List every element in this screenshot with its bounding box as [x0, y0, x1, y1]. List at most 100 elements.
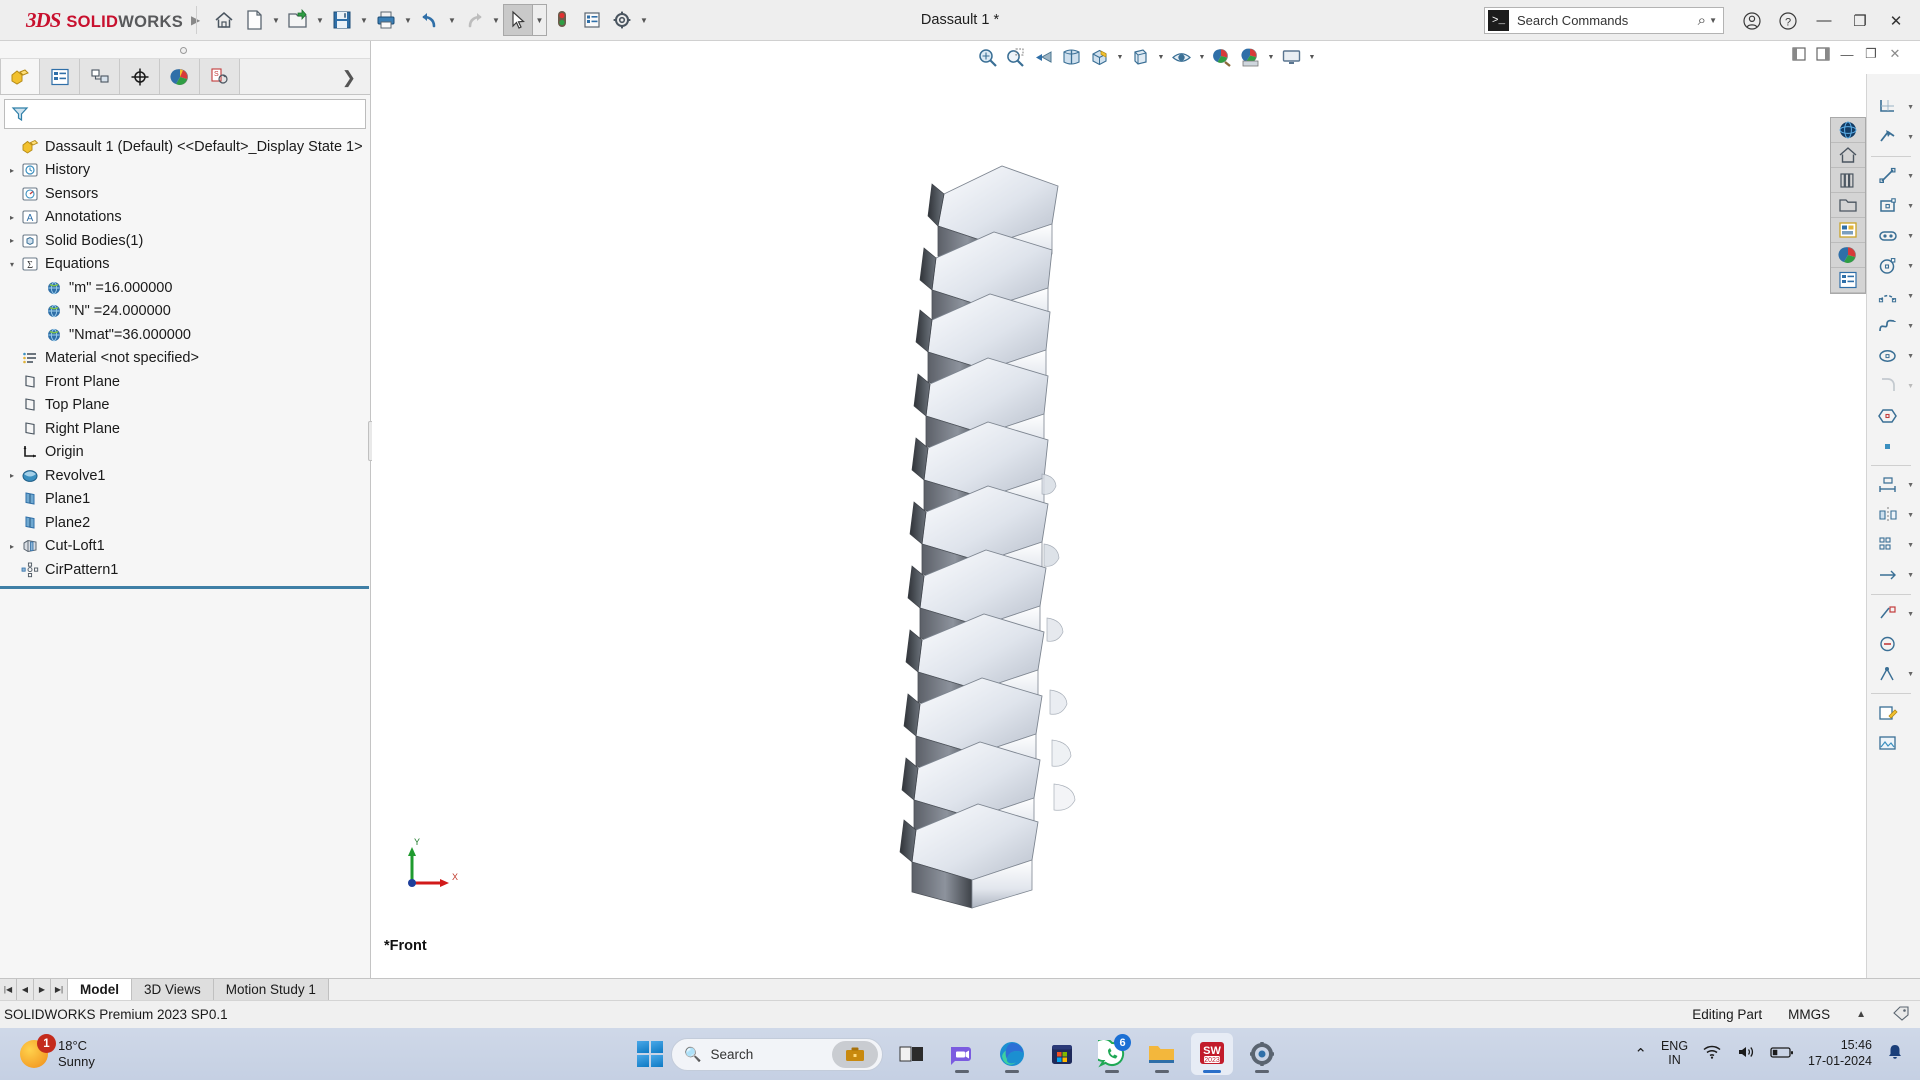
hide-show-items-button[interactable]	[1169, 45, 1195, 71]
tree-twisty[interactable]: ▸	[4, 166, 20, 175]
close-button[interactable]: ✕	[1878, 0, 1914, 41]
tree-item-cirpattern1[interactable]: CirPattern1	[0, 558, 370, 582]
document-close-icon[interactable]: ✕	[1886, 45, 1904, 63]
fillet-button[interactable]: ▼	[1870, 371, 1914, 401]
circle-caret-icon[interactable]: ▼	[1907, 263, 1914, 270]
battery-icon[interactable]	[1770, 1045, 1794, 1063]
tree-item-front-plane[interactable]: Front Plane	[0, 370, 370, 394]
search-caret-icon[interactable]: ▼	[1709, 16, 1717, 25]
taskbar-microsoft-store[interactable]	[1041, 1033, 1083, 1075]
ellipse-button[interactable]: ▼	[1870, 341, 1914, 371]
save-button[interactable]	[327, 4, 357, 36]
sketch-picture-button[interactable]	[1870, 728, 1906, 758]
tab-feature-manager[interactable]	[0, 59, 40, 94]
tree-item-equations[interactable]: ▾ Σ Equations	[0, 253, 370, 277]
print-caret-icon[interactable]: ▼	[401, 4, 415, 36]
document-minimize-icon[interactable]: —	[1838, 45, 1856, 63]
units-label[interactable]: MMGS	[1788, 1007, 1830, 1022]
tab-nav-button-1[interactable]: ◀	[17, 979, 34, 1000]
apply-scene-button[interactable]	[1238, 45, 1264, 71]
tree-item-right-plane[interactable]: Right Plane	[0, 417, 370, 441]
arc-caret-icon[interactable]: ▼	[1907, 293, 1914, 300]
start-button[interactable]	[637, 1041, 663, 1067]
tab-model[interactable]: Model	[68, 979, 132, 1000]
undo-caret-icon[interactable]: ▼	[445, 4, 459, 36]
redo-button[interactable]	[459, 4, 489, 36]
view-settings-button[interactable]	[1279, 45, 1305, 71]
save-caret-icon[interactable]: ▼	[357, 4, 371, 36]
bell-icon[interactable]	[1886, 1043, 1904, 1065]
wifi-icon[interactable]	[1702, 1044, 1722, 1064]
home-button[interactable]	[209, 4, 239, 36]
mirror-caret-icon[interactable]: ▼	[1907, 512, 1914, 519]
taskbar-solidworks[interactable]: SW 2023	[1191, 1033, 1233, 1075]
tree-item-annotations[interactable]: ▸ A Annotations	[0, 206, 370, 230]
convert-entities-button[interactable]: ▼	[1870, 122, 1914, 152]
edit-appearance-button[interactable]	[1210, 45, 1236, 71]
edit-sketch-button[interactable]	[1870, 698, 1906, 728]
undo-button[interactable]	[415, 4, 445, 36]
tab-nav-button-2[interactable]: ▶	[34, 979, 51, 1000]
zoom-to-area-button[interactable]	[1003, 45, 1029, 71]
options-button[interactable]	[577, 4, 607, 36]
settings-button[interactable]	[607, 4, 637, 36]
taskbar-whatsapp[interactable]: 6	[1091, 1033, 1133, 1075]
units-caret-icon[interactable]: ▲	[1856, 1009, 1866, 1020]
line-button[interactable]: ▼	[1870, 161, 1914, 191]
tree-item-top-plane[interactable]: Top Plane	[0, 394, 370, 418]
tab-dimxpert-manager[interactable]	[120, 59, 160, 94]
section-view-button[interactable]	[1059, 45, 1085, 71]
tree-item-history[interactable]: ▸ History	[0, 159, 370, 183]
mirror-entities-button[interactable]: ▼	[1870, 500, 1914, 530]
ellipse-caret-icon[interactable]: ▼	[1907, 353, 1914, 360]
tree-item-material-not-specified[interactable]: Material <not specified>	[0, 347, 370, 371]
volume-icon[interactable]	[1736, 1044, 1756, 1064]
quick-snaps-button[interactable]: ▼	[1870, 659, 1914, 689]
previous-view-button[interactable]	[1031, 45, 1057, 71]
zoom-to-fit-button[interactable]	[975, 45, 1001, 71]
tag-icon[interactable]	[1892, 1005, 1910, 1024]
view-settings-caret-icon[interactable]: ▼	[1307, 54, 1318, 61]
taskbar-file-explorer[interactable]	[1141, 1033, 1183, 1075]
tree-twisty[interactable]: ▸	[4, 471, 20, 480]
slot-caret-icon[interactable]: ▼	[1907, 233, 1914, 240]
new-document-button[interactable]	[239, 4, 269, 36]
redo-caret-icon[interactable]: ▼	[489, 4, 503, 36]
view-orientation-button[interactable]	[1087, 45, 1113, 71]
taskbar-search[interactable]: 🔍 Search	[671, 1037, 883, 1071]
spline-caret-icon[interactable]: ▼	[1907, 323, 1914, 330]
taskbar-settings[interactable]	[1241, 1033, 1283, 1075]
restore-button[interactable]: ❐	[1842, 0, 1878, 41]
open-document-button[interactable]	[283, 4, 313, 36]
help-icon[interactable]: ?	[1770, 0, 1806, 41]
display-style-caret-icon[interactable]: ▼	[1156, 54, 1167, 61]
tile-horizontally-icon[interactable]	[1790, 45, 1808, 63]
document-restore-icon[interactable]: ❐	[1862, 45, 1880, 63]
account-icon[interactable]	[1734, 0, 1770, 41]
spline-button[interactable]: ▼	[1870, 311, 1914, 341]
auto-show-pin-icon[interactable]	[180, 47, 187, 54]
tree-item-n-24-000000[interactable]: "N" =24.000000	[0, 300, 370, 324]
appearances-scenes-button[interactable]	[1831, 243, 1865, 268]
view-orientation-caret-icon[interactable]: ▼	[1115, 54, 1126, 61]
weather-widget[interactable]: 1 18°C Sunny	[0, 1034, 95, 1070]
arc-button[interactable]: ▼	[1870, 281, 1914, 311]
point-button[interactable]	[1870, 431, 1906, 461]
3d-experience-button[interactable]	[1831, 118, 1865, 143]
language-indicator[interactable]: ENG IN	[1661, 1039, 1688, 1068]
tree-twisty[interactable]: ▸	[4, 236, 20, 245]
smart-dimension-button[interactable]: ▼	[1870, 470, 1914, 500]
tree-twisty[interactable]: ▸	[4, 213, 20, 222]
hide-show-caret-icon[interactable]: ▼	[1197, 54, 1208, 61]
line-caret-icon[interactable]: ▼	[1907, 173, 1914, 180]
tab-configuration-manager[interactable]	[80, 59, 120, 94]
circle-button[interactable]: ▼	[1870, 251, 1914, 281]
rectangle-caret-icon[interactable]: ▼	[1907, 203, 1914, 210]
slot-button[interactable]: ▼	[1870, 221, 1914, 251]
graphics-canvas[interactable]: Y X *Front	[372, 74, 1866, 978]
tree-item-solid-bodies-1[interactable]: ▸ Solid Bodies(1)	[0, 229, 370, 253]
sw-resources-button[interactable]	[1831, 143, 1865, 168]
tab-nav-button-3[interactable]: ▶|	[51, 979, 68, 1000]
tree-item-m-16-000000[interactable]: "m" =16.000000	[0, 276, 370, 300]
feature-tree-filter-input[interactable]	[4, 99, 366, 129]
